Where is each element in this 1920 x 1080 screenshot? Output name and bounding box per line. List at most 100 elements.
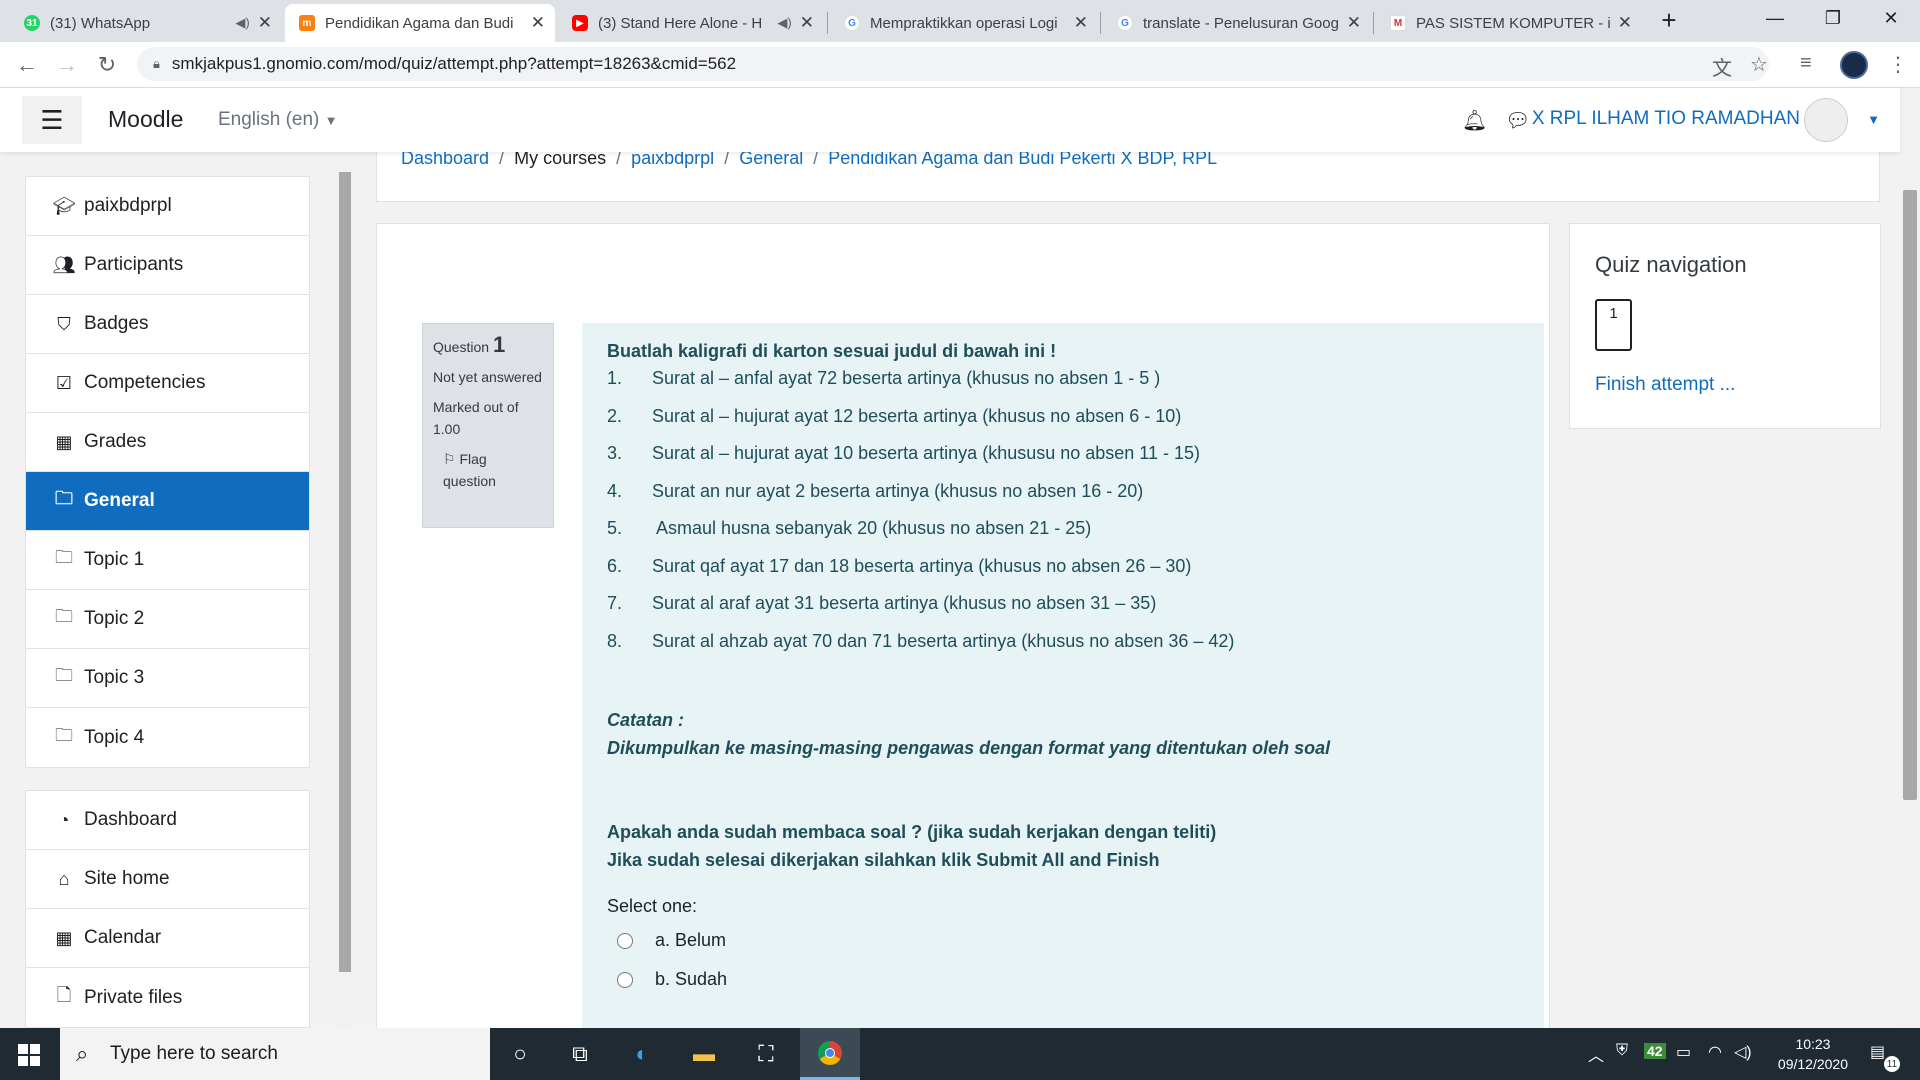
page-scrollbar-thumb[interactable] bbox=[1903, 190, 1917, 800]
minimize-button[interactable]: — bbox=[1750, 0, 1800, 36]
question-nav-button[interactable]: 1 bbox=[1595, 299, 1632, 351]
breadcrumb-section[interactable]: General bbox=[739, 152, 803, 168]
chrome-icon[interactable] bbox=[800, 1028, 860, 1080]
nav-item-paixbdprpl[interactable]: 🎓︎ paixbdprpl bbox=[26, 177, 309, 236]
task-view-icon[interactable]: ⧉ bbox=[550, 1028, 610, 1080]
item-number: 2. bbox=[607, 405, 623, 426]
nav-item-private-files[interactable]: 🗋 Private files bbox=[26, 968, 309, 1027]
youtube-icon: ▶ bbox=[572, 15, 588, 31]
radio-b[interactable] bbox=[617, 971, 633, 988]
browser-tab-youtube[interactable]: ▶ (3) Stand Here Alone - H ◀︎) ✕ bbox=[558, 4, 824, 42]
wifi-icon[interactable]: ◠ bbox=[1708, 1042, 1722, 1062]
nav-item-topic-4[interactable]: 🗀 Topic 4 bbox=[26, 708, 309, 767]
profile-avatar-icon[interactable] bbox=[1840, 51, 1868, 79]
speaker-icon[interactable]: ◀︎) bbox=[235, 15, 249, 31]
close-tab-icon[interactable]: ✕ bbox=[258, 13, 272, 33]
language-menu[interactable]: English (en) ▼ bbox=[218, 109, 338, 131]
edge-icon[interactable]: ◐ bbox=[612, 1028, 672, 1080]
answer-option-a[interactable]: a. Belum bbox=[607, 921, 1519, 960]
nav-item-topic-3[interactable]: 🗀 Topic 3 bbox=[26, 649, 309, 708]
nav-item-general[interactable]: 🗀 General bbox=[26, 472, 309, 531]
file-explorer-icon[interactable]: ▬ bbox=[674, 1028, 734, 1080]
nav-item-site-home[interactable]: ⌂ Site home bbox=[26, 850, 309, 909]
store-icon[interactable]: ⛶ bbox=[736, 1028, 796, 1080]
menu-dots-icon[interactable]: ⋮ bbox=[1888, 52, 1908, 77]
notification-icon[interactable]: ▤ bbox=[1870, 1042, 1885, 1062]
item-number: 1. bbox=[607, 368, 623, 388]
back-arrow-icon[interactable]: ← bbox=[12, 50, 42, 80]
volume-icon[interactable]: ◁) bbox=[1734, 1042, 1752, 1062]
quiz-card: Question 1 Not yet answered Marked out o… bbox=[376, 223, 1550, 1028]
clock[interactable]: 10:23 09/12/2020 bbox=[1778, 1034, 1848, 1074]
course-nav-list: 🎓︎ paixbdprpl 👥︎ Participants ⛉ Badges ☑ Compet… bbox=[25, 176, 310, 768]
nav-item-dashboard[interactable]: ◔ Dashboard bbox=[26, 791, 309, 850]
star-icon[interactable]: ☆ bbox=[1750, 52, 1768, 77]
security-shield-icon[interactable]: ⛨ bbox=[1616, 1042, 1628, 1060]
google-icon: G bbox=[844, 15, 860, 31]
nav-item-label: Grades bbox=[84, 431, 147, 452]
nav-item-calendar[interactable]: ▦ Calendar bbox=[26, 909, 309, 968]
tab-title: translate - Penelusuran Goog bbox=[1143, 14, 1339, 32]
nav-item-label: Calendar bbox=[84, 927, 162, 948]
nav-item-badges[interactable]: ⛉ Badges bbox=[26, 295, 309, 354]
users-icon: 👥︎ bbox=[52, 254, 76, 275]
speaker-icon[interactable]: ◀︎) bbox=[777, 15, 791, 31]
forward-arrow-icon[interactable]: → bbox=[52, 50, 82, 80]
nav-item-participants[interactable]: 👥︎ Participants bbox=[26, 236, 309, 295]
breadcrumb-my-courses[interactable]: My courses bbox=[514, 152, 606, 168]
site-brand[interactable]: Moodle bbox=[108, 106, 183, 133]
nav-item-topic-2[interactable]: 🗀 Topic 2 bbox=[26, 590, 309, 649]
option-b-label[interactable]: b. Sudah bbox=[655, 969, 727, 990]
taskbar-search-box[interactable]: ⌕ Type here to search bbox=[60, 1028, 490, 1080]
lock-icon: 🔒︎ bbox=[153, 56, 160, 71]
check-square-icon: ☑ bbox=[55, 372, 73, 393]
drawer-scrollbar-thumb[interactable] bbox=[339, 172, 351, 972]
menu-toggle-button[interactable]: ☰ bbox=[22, 96, 82, 144]
chevron-down-icon[interactable]: ▼ bbox=[1867, 112, 1880, 127]
gmail-icon: M bbox=[1390, 15, 1406, 31]
battery-icon[interactable]: ▭ bbox=[1676, 1042, 1691, 1062]
close-tab-icon[interactable]: ✕ bbox=[1074, 13, 1088, 33]
chat-bubble-icon[interactable]: 💬︎ bbox=[1505, 108, 1530, 133]
tray-badge[interactable]: 42 bbox=[1644, 1043, 1666, 1059]
close-tab-icon[interactable]: ✕ bbox=[1618, 13, 1632, 33]
finish-attempt-link[interactable]: Finish attempt ... bbox=[1595, 374, 1735, 396]
close-tab-icon[interactable]: ✕ bbox=[800, 13, 814, 33]
close-tab-icon[interactable]: ✕ bbox=[1347, 13, 1361, 33]
browser-tab-whatsapp[interactable]: 31 (31) WhatsApp ◀︎) ✕ bbox=[10, 4, 282, 42]
close-window-button[interactable]: ✕ bbox=[1866, 0, 1916, 36]
browser-tab-moodle[interactable]: m Pendidikan Agama dan Budi ✕ bbox=[285, 4, 555, 42]
option-a-label[interactable]: a. Belum bbox=[655, 930, 726, 951]
browser-tab-gmail[interactable]: M PAS SISTEM KOMPUTER - ilh ✕ bbox=[1376, 4, 1642, 42]
restore-button[interactable]: ❐ bbox=[1808, 0, 1858, 36]
answer-option-b[interactable]: b. Sudah bbox=[607, 960, 1519, 999]
moodle-icon: m bbox=[299, 15, 315, 31]
flag-question-link[interactable]: ⚐ Flag question bbox=[433, 448, 543, 492]
item-number: 3. bbox=[607, 443, 623, 463]
cortana-icon[interactable]: ○ bbox=[490, 1028, 550, 1080]
breadcrumb-quiz[interactable]: Pendidikan Agama dan Budi Pekerti X BDP,… bbox=[828, 152, 1217, 168]
close-tab-icon[interactable]: ✕ bbox=[531, 13, 545, 33]
address-bar[interactable]: 🔒︎ smkjakpus1.gnomio.com/mod/quiz/attemp… bbox=[137, 47, 1769, 81]
nav-item-grades[interactable]: ▦ Grades bbox=[26, 413, 309, 472]
user-avatar[interactable] bbox=[1804, 98, 1848, 142]
select-one-label: Select one: bbox=[607, 896, 698, 916]
browser-tab-google-1[interactable]: G Mempraktikkan operasi Logi ✕ bbox=[830, 4, 1098, 42]
reload-icon[interactable]: ↻ bbox=[92, 50, 122, 80]
browser-tab-strip: 31 (31) WhatsApp ◀︎) ✕ m Pendidikan Agam… bbox=[0, 0, 1920, 42]
windows-start-icon[interactable] bbox=[18, 1044, 40, 1066]
folder-icon: 🗀 bbox=[55, 488, 73, 508]
chevron-up-icon[interactable]: ︿ bbox=[1588, 1042, 1604, 1066]
translate-icon[interactable]: ⽂ bbox=[1712, 52, 1732, 81]
new-tab-button[interactable]: + bbox=[1644, 2, 1694, 38]
user-name[interactable]: X RPL ILHAM TIO RAMADHAN bbox=[1532, 108, 1800, 130]
nav-item-competencies[interactable]: ☑ Competencies bbox=[26, 354, 309, 413]
bell-icon[interactable]: 🔔︎ bbox=[1462, 108, 1487, 133]
breadcrumb-dashboard[interactable]: Dashboard bbox=[401, 152, 489, 168]
browser-tab-google-2[interactable]: G translate - Penelusuran Goog ✕ bbox=[1103, 4, 1371, 42]
breadcrumb-course[interactable]: paixbdprpl bbox=[631, 152, 714, 168]
radio-a[interactable] bbox=[617, 932, 633, 949]
media-control-icon[interactable]: ≡ bbox=[1800, 52, 1812, 75]
item-number: 5. bbox=[607, 518, 623, 538]
nav-item-topic-1[interactable]: 🗀 Topic 1 bbox=[26, 531, 309, 590]
